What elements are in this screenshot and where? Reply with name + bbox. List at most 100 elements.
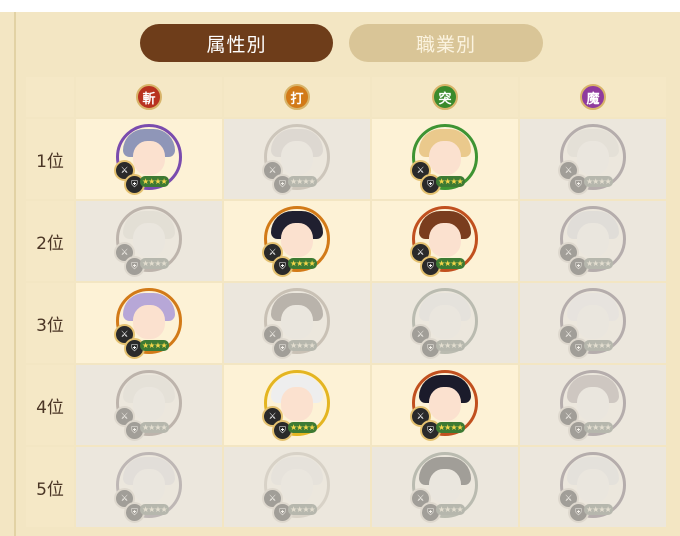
strike-attribute-icon: 打 [284,84,310,110]
character-cell[interactable]: ⚔ ⛨ ★★★★ [224,447,370,527]
character-cell[interactable]: ⚔ ⛨ ★★★★ [76,119,222,199]
character-cell[interactable]: ⚔ ⛨ ★★★★ [520,201,666,281]
rarity-stars: ★★★★ [288,258,317,269]
rank-label: 1位 [26,119,74,199]
rank-label: 5位 [26,447,74,527]
character-cell[interactable]: ⚔ ⛨ ★★★★ [520,283,666,363]
character-cell[interactable]: ⚔ ⛨ ★★★★ [224,283,370,363]
character-cell[interactable]: ⚔ ⛨ ★★★★ [76,201,222,281]
rarity-stars: ★★★★ [436,340,465,351]
rarity-stars: ★★★★ [140,422,169,433]
character-cell[interactable]: ⚔ ⛨ ★★★★ [520,119,666,199]
column-header-pierce: 突 [372,77,518,117]
character-portrait[interactable]: ⚔ ⛨ ★★★★ [262,288,330,359]
character-portrait[interactable]: ⚔ ⛨ ★★★★ [410,124,478,195]
rank-row: 4位 ⚔ ⛨ ★★★★ ⚔ ⛨ ★★★★ ⚔ ⛨ ★★★★ ⚔ ⛨ ★★★★ [26,365,666,445]
face-shape [133,387,165,421]
rarity-stars: ★★★★ [140,504,169,515]
rarity-stars: ★★★★ [584,504,613,515]
column-header-slash: 斬 [76,77,222,117]
face-shape [429,141,461,175]
character-portrait[interactable]: ⚔ ⛨ ★★★★ [558,124,626,195]
rarity-stars: ★★★★ [288,422,317,433]
rarity-stars: ★★★★ [436,504,465,515]
face-shape [281,387,313,421]
character-cell[interactable]: ⚔ ⛨ ★★★★ [76,283,222,363]
face-shape [577,141,609,175]
face-shape [429,469,461,503]
character-cell[interactable]: ⚔ ⛨ ★★★★ [372,119,518,199]
column-header-magic: 魔 [520,77,666,117]
rank-row: 1位 ⚔ ⛨ ★★★★ ⚔ ⛨ ★★★★ ⚔ ⛨ ★★★★ ⚔ ⛨ ★★★★ [26,119,666,199]
character-portrait[interactable]: ⚔ ⛨ ★★★★ [114,288,182,359]
top-edge [0,0,680,12]
character-cell[interactable]: ⚔ ⛨ ★★★★ [520,365,666,445]
face-shape [429,223,461,257]
tab-by-attribute[interactable]: 属性別 [140,24,333,62]
character-portrait[interactable]: ⚔ ⛨ ★★★★ [262,370,330,441]
face-shape [429,305,461,339]
face-shape [281,305,313,339]
rank-label: 4位 [26,365,74,445]
rarity-stars: ★★★★ [584,422,613,433]
character-portrait[interactable]: ⚔ ⛨ ★★★★ [410,206,478,277]
magic-attribute-icon: 魔 [580,84,606,110]
face-shape [577,305,609,339]
rarity-stars: ★★★★ [436,422,465,433]
character-cell[interactable]: ⚔ ⛨ ★★★★ [76,365,222,445]
character-portrait[interactable]: ⚔ ⛨ ★★★★ [114,370,182,441]
rarity-stars: ★★★★ [436,176,465,187]
face-shape [281,469,313,503]
character-portrait[interactable]: ⚔ ⛨ ★★★★ [558,288,626,359]
tab-bar: 属性別 職業別 [140,24,560,64]
rank-row: 5位 ⚔ ⛨ ★★★★ ⚔ ⛨ ★★★★ ⚔ ⛨ ★★★★ ⚔ ⛨ ★★★★ [26,447,666,527]
face-shape [133,305,165,339]
rarity-stars: ★★★★ [288,176,317,187]
character-cell[interactable]: ⚔ ⛨ ★★★★ [520,447,666,527]
face-shape [577,223,609,257]
face-shape [281,141,313,175]
face-shape [429,387,461,421]
column-header-strike: 打 [224,77,370,117]
character-portrait[interactable]: ⚔ ⛨ ★★★★ [410,288,478,359]
rarity-stars: ★★★★ [140,340,169,351]
character-portrait[interactable]: ⚔ ⛨ ★★★★ [558,452,626,523]
character-portrait[interactable]: ⚔ ⛨ ★★★★ [114,452,182,523]
character-portrait[interactable]: ⚔ ⛨ ★★★★ [114,206,182,277]
tab-by-job[interactable]: 職業別 [349,24,543,62]
rarity-stars: ★★★★ [140,176,169,187]
character-cell[interactable]: ⚔ ⛨ ★★★★ [372,365,518,445]
character-cell[interactable]: ⚔ ⛨ ★★★★ [224,119,370,199]
character-portrait[interactable]: ⚔ ⛨ ★★★★ [410,452,478,523]
character-portrait[interactable]: ⚔ ⛨ ★★★★ [262,206,330,277]
character-cell[interactable]: ⚔ ⛨ ★★★★ [372,283,518,363]
face-shape [133,469,165,503]
character-portrait[interactable]: ⚔ ⛨ ★★★★ [262,452,330,523]
rarity-stars: ★★★★ [288,504,317,515]
rank-row: 2位 ⚔ ⛨ ★★★★ ⚔ ⛨ ★★★★ ⚔ ⛨ ★★★★ ⚔ ⛨ ★★★★ [26,201,666,281]
face-shape [133,141,165,175]
rarity-stars: ★★★★ [584,258,613,269]
face-shape [577,469,609,503]
character-portrait[interactable]: ⚔ ⛨ ★★★★ [410,370,478,441]
character-cell[interactable]: ⚔ ⛨ ★★★★ [76,447,222,527]
ranking-panel: 属性別 職業別 斬 打 突 魔 1位 ⚔ ⛨ ★★★★ ⚔ ⛨ ★★★★ ⚔ ⛨ ★★★★ ⚔ ⛨ ★★… [14,12,680,536]
pierce-attribute-icon: 突 [432,84,458,110]
face-shape [577,387,609,421]
character-cell[interactable]: ⚔ ⛨ ★★★★ [224,201,370,281]
face-shape [281,223,313,257]
character-cell[interactable]: ⚔ ⛨ ★★★★ [372,447,518,527]
character-portrait[interactable]: ⚔ ⛨ ★★★★ [114,124,182,195]
character-cell[interactable]: ⚔ ⛨ ★★★★ [224,365,370,445]
character-portrait[interactable]: ⚔ ⛨ ★★★★ [262,124,330,195]
rarity-stars: ★★★★ [140,258,169,269]
corner-cell [26,77,74,117]
rarity-stars: ★★★★ [584,340,613,351]
rarity-stars: ★★★★ [584,176,613,187]
character-cell[interactable]: ⚔ ⛨ ★★★★ [372,201,518,281]
rank-row: 3位 ⚔ ⛨ ★★★★ ⚔ ⛨ ★★★★ ⚔ ⛨ ★★★★ ⚔ ⛨ ★★★★ [26,283,666,363]
character-portrait[interactable]: ⚔ ⛨ ★★★★ [558,370,626,441]
character-portrait[interactable]: ⚔ ⛨ ★★★★ [558,206,626,277]
rarity-stars: ★★★★ [436,258,465,269]
ranking-table: 斬 打 突 魔 1位 ⚔ ⛨ ★★★★ ⚔ ⛨ ★★★★ ⚔ ⛨ ★★★★ ⚔ ⛨ ★★★★ 2位 ⚔ ⛨ ★★… [24,75,668,529]
